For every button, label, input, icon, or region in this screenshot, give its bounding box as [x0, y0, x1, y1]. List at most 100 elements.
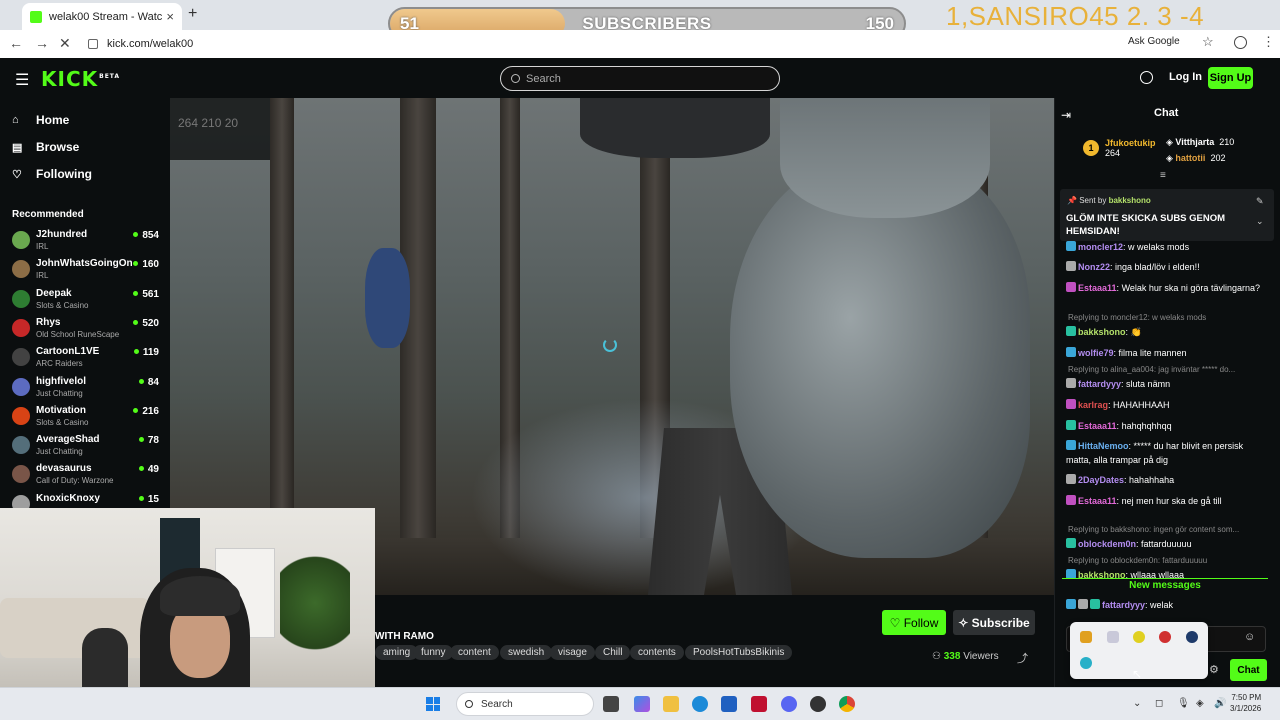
badge-icon	[1066, 241, 1076, 251]
wifi-icon[interactable]: ◈	[1196, 698, 1204, 709]
recommended-channel[interactable]: J2hundred IRL 854	[12, 229, 162, 257]
new-messages-divider[interactable]: New messages	[1062, 578, 1268, 591]
microphone-icon[interactable]: 🎙	[1177, 698, 1190, 709]
browser-menu-icon[interactable]: ⋮	[1262, 34, 1275, 50]
tray-app-icon[interactable]	[1080, 631, 1092, 643]
stream-tag[interactable]: content	[450, 645, 499, 660]
recommended-channel[interactable]: CartoonL1VE ARC Raiders 119	[12, 346, 162, 374]
edge-icon[interactable]	[692, 696, 708, 712]
send-chat-button[interactable]: Chat	[1230, 659, 1267, 681]
tray-app-icon[interactable]	[1107, 631, 1119, 643]
taskbar-clock[interactable]: 7:50 PM 3/1/2026	[1230, 692, 1261, 714]
channel-viewers: 160	[133, 259, 159, 270]
windows-start-icon[interactable]	[426, 697, 440, 711]
unpin-icon[interactable]: ✎	[1256, 196, 1264, 207]
chat-username[interactable]: 2DayDates	[1078, 475, 1124, 485]
site-info-icon[interactable]	[88, 39, 98, 49]
recommended-channel[interactable]: AverageShad Just Chatting 78	[12, 434, 162, 462]
nav-following[interactable]: ♡ Following	[12, 167, 92, 181]
tray-app-icon[interactable]	[1080, 657, 1092, 669]
volume-icon[interactable]: 🔊	[1214, 698, 1226, 709]
kick-logo[interactable]: KICKBETA	[41, 67, 120, 91]
subscribe-button[interactable]: ✧ Subscribe	[953, 610, 1035, 635]
emoji-icon[interactable]: ☺	[1244, 631, 1255, 643]
stream-tag[interactable]: aming	[375, 645, 419, 660]
file-explorer-icon[interactable]	[663, 696, 679, 712]
recommended-channel[interactable]: Rhys Old School RuneScape 520	[12, 317, 162, 345]
hamburger-menu-icon[interactable]: ☰	[15, 70, 29, 90]
reply-context[interactable]: Replying to moncler12: w welaks mods	[1068, 313, 1206, 322]
reply-context[interactable]: Replying to oblockdem0n: fattarduuuuu	[1068, 556, 1207, 565]
nav-home[interactable]: ⌂ Home	[12, 113, 69, 127]
steam-icon[interactable]	[1186, 631, 1198, 643]
chat-username[interactable]: bakkshono	[1078, 327, 1126, 337]
task-view-icon[interactable]	[603, 696, 619, 712]
reply-context[interactable]: Replying to alina_aa004: jag inväntar **…	[1068, 365, 1235, 374]
chevron-down-icon[interactable]: ⌄	[1256, 216, 1264, 227]
badge-icon	[1066, 399, 1076, 409]
chat-username[interactable]: Nonz22	[1078, 262, 1110, 272]
forward-icon[interactable]: →	[35, 35, 49, 51]
chat-username[interactable]: karlrag	[1078, 400, 1108, 410]
nav-browse[interactable]: ▤ Browse	[12, 140, 79, 154]
ask-google-button[interactable]: Ask Google	[1128, 36, 1180, 47]
login-button[interactable]: Log In	[1169, 71, 1202, 83]
back-icon[interactable]: ←	[9, 35, 23, 51]
follow-button[interactable]: ♡ Follow	[882, 610, 946, 635]
chat-username[interactable]: Estaaa11	[1078, 421, 1117, 431]
chat-message: fattardyyy: welak	[1066, 598, 1266, 612]
chat-username[interactable]: wolfie79	[1078, 348, 1114, 358]
share-icon[interactable]: ⤴	[1017, 650, 1028, 666]
taskbar-search[interactable]: Search	[456, 692, 594, 716]
network-icon[interactable]: ◻	[1155, 698, 1163, 709]
stream-tag[interactable]: Chill	[595, 645, 631, 660]
url-field[interactable]: kick.com/welak00	[84, 33, 1124, 55]
discord-icon[interactable]	[781, 696, 797, 712]
search-placeholder: Search	[526, 72, 561, 85]
recommended-channel[interactable]: Motivation Slots & Casino 216	[12, 405, 162, 433]
close-tab-icon[interactable]: ×	[166, 9, 174, 24]
chat-username[interactable]: HittaNemoo	[1078, 441, 1129, 451]
signup-button[interactable]: Sign Up	[1208, 67, 1253, 89]
chevron-up-icon[interactable]: ⌄	[1133, 698, 1141, 709]
chat-username[interactable]: Estaaa11	[1078, 496, 1117, 506]
expand-gifters-icon[interactable]: ≡	[1160, 170, 1166, 181]
recommended-channel[interactable]: JohnWhatsGoingOn IRL 160	[12, 258, 162, 286]
bookmark-star-icon[interactable]: ☆	[1202, 34, 1214, 50]
top-gifter-2[interactable]: ◈ Vitthjarta 210	[1166, 137, 1234, 148]
tray-app-icon[interactable]	[1133, 631, 1145, 643]
stream-tag[interactable]: funny	[413, 645, 454, 660]
recommended-channel[interactable]: Deepak Slots & Casino 561	[12, 288, 162, 316]
collapse-chat-icon[interactable]: ⇥	[1061, 108, 1071, 122]
stream-tag[interactable]: PoolsHotTubsBikinis	[685, 645, 793, 660]
chat-username[interactable]: moncler12	[1078, 242, 1123, 252]
profile-icon[interactable]	[1234, 36, 1247, 49]
reply-context[interactable]: Replying to bakkshono: ingen gör content…	[1068, 525, 1239, 534]
chat-settings-gear-icon[interactable]: ⚙	[1209, 663, 1219, 676]
chat-username[interactable]: Estaaa11	[1078, 283, 1117, 293]
site-search-input[interactable]: Search	[500, 66, 780, 91]
chrome-icon[interactable]	[839, 696, 855, 712]
clock-date: 3/1/2026	[1230, 704, 1262, 713]
language-globe-icon[interactable]	[1140, 71, 1153, 84]
new-tab-icon[interactable]: +	[188, 5, 197, 23]
gifter-count: 264	[1105, 148, 1121, 158]
top-gifter-3[interactable]: ◈ hattotii 202	[1166, 153, 1225, 164]
browser-tab[interactable]: welak00 Stream - Watch Live o ×	[22, 3, 182, 30]
store-icon[interactable]	[721, 696, 737, 712]
recommended-channel[interactable]: highfivelol Just Chatting 84	[12, 376, 162, 404]
copilot-icon[interactable]	[634, 696, 650, 712]
chat-username[interactable]: oblockdem0n	[1078, 539, 1136, 549]
stream-tag[interactable]: contents	[630, 645, 684, 660]
chat-username[interactable]: fattardyyy	[1102, 600, 1145, 610]
stream-tag[interactable]: visage	[550, 645, 595, 660]
chat-message: Estaaa11: hahqhqhhqq	[1066, 419, 1266, 433]
tray-app-icon[interactable]	[1159, 631, 1171, 643]
acrobat-icon[interactable]	[751, 696, 767, 712]
stream-tag[interactable]: swedish	[500, 645, 553, 660]
recommended-channel[interactable]: devasaurus Call of Duty: Warzone 49	[12, 463, 162, 491]
chat-username[interactable]: fattardyyy	[1078, 379, 1121, 389]
reload-icon[interactable]: ✕	[59, 35, 71, 52]
top-gifter-1[interactable]: Jfukoetukip 264	[1105, 138, 1156, 158]
app-icon[interactable]	[810, 696, 826, 712]
